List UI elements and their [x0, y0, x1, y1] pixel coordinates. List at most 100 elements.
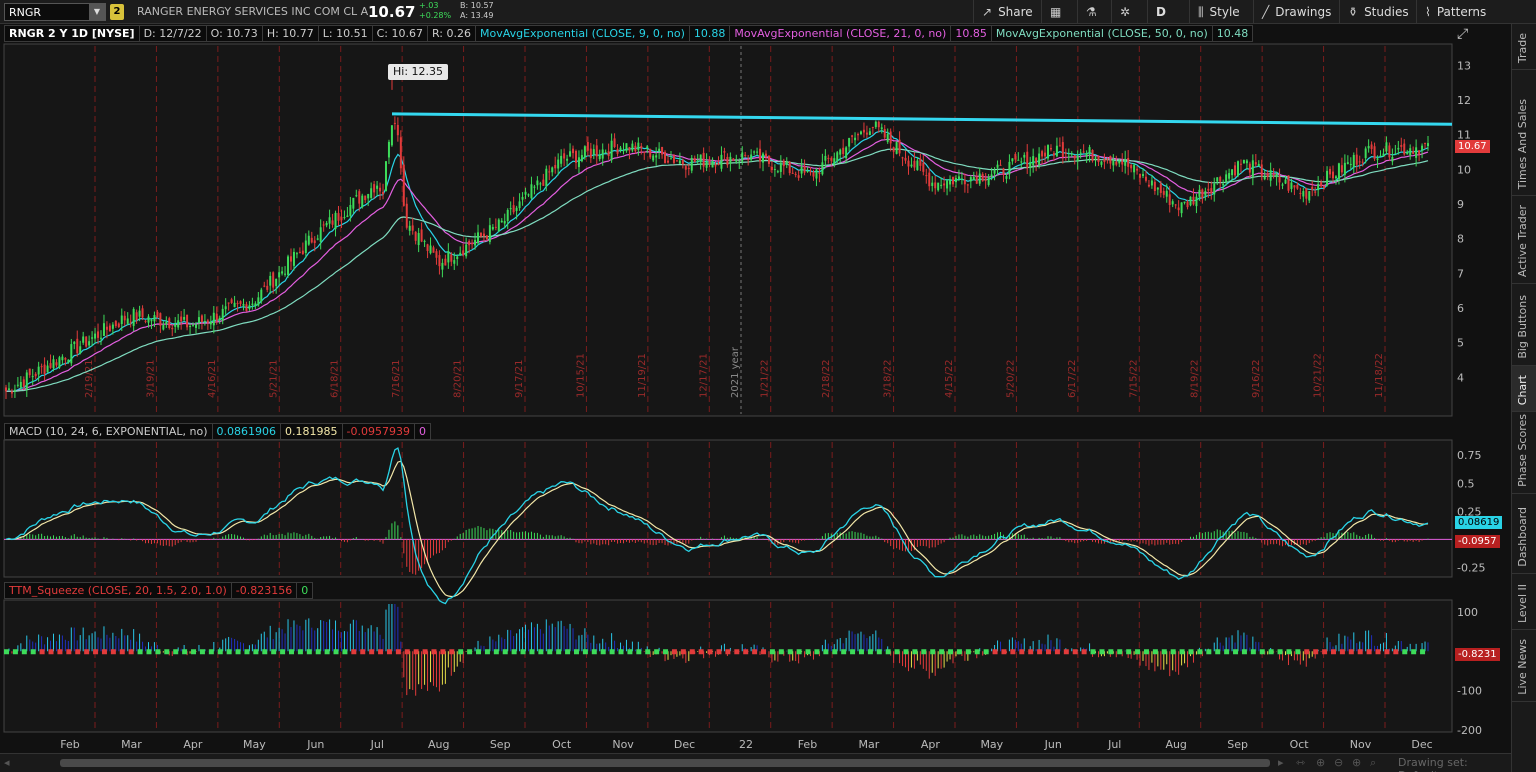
studies-button[interactable]: ⚱ Studies: [1339, 0, 1417, 24]
candle-body: [503, 221, 506, 224]
candle-body: [132, 308, 135, 326]
macd-pane[interactable]: [3, 439, 1453, 578]
candle-body: [52, 359, 55, 369]
macd-label[interactable]: MACD (10, 24, 6, EXPONENTIAL, no): [4, 423, 213, 440]
crosshair-icon[interactable]: ⊕: [1316, 756, 1325, 769]
candle-body: [940, 184, 943, 186]
tab-active-trader[interactable]: Active Trader: [1512, 196, 1536, 284]
pan-icon[interactable]: ⇿: [1296, 756, 1305, 769]
drawings-button[interactable]: ╱ Drawings: [1253, 0, 1339, 24]
candle-body: [913, 160, 916, 168]
settings-button[interactable]: ✲: [1111, 0, 1147, 24]
ttm-squeeze-dot: [21, 649, 27, 655]
style-button[interactable]: ⫼ Style: [1189, 0, 1248, 24]
chart-title[interactable]: RNGR 2 Y 1D [NYSE]: [4, 25, 140, 42]
candle-body: [194, 324, 197, 328]
candle-body: [1332, 171, 1335, 179]
tab-phase-scores[interactable]: Phase Scores: [1512, 412, 1536, 494]
tab-trade[interactable]: Trade: [1512, 24, 1536, 70]
tab-chart[interactable]: Chart: [1512, 366, 1536, 412]
patterns-button[interactable]: ⌇ Patterns: [1416, 0, 1511, 24]
candle-body: [46, 365, 49, 373]
zoom-out-icon[interactable]: ⊖: [1334, 756, 1343, 769]
candle-body: [598, 155, 601, 160]
candle-body: [999, 164, 1002, 166]
candle-body: [931, 182, 934, 186]
event-date-label: 4/16/21: [207, 359, 218, 398]
ttm-squeeze-dot: [66, 649, 72, 655]
ttm-squeeze-dot: [814, 649, 820, 655]
ttm-squeeze-dot: [1233, 649, 1239, 655]
candle-body: [889, 131, 892, 144]
symbol-dropdown-icon[interactable]: ▼: [89, 4, 105, 20]
candle-body: [1272, 174, 1275, 176]
tab-level-ii[interactable]: Level II: [1512, 574, 1536, 630]
candle-body: [946, 180, 949, 189]
candle-body: [916, 160, 919, 171]
candle-body: [242, 304, 245, 306]
candle-body: [19, 381, 22, 388]
tab-dashboard[interactable]: Dashboard: [1512, 494, 1536, 574]
ema21-label[interactable]: MovAvgExponential (CLOSE, 21, 0, no): [729, 25, 952, 42]
tab-live-news[interactable]: Live News: [1512, 630, 1536, 702]
candle-body: [1343, 162, 1346, 175]
ttm-squeeze-dot: [939, 649, 945, 655]
time-scrollbar[interactable]: ◂ ▸ ⇿ ⊕ ⊖ ⊕ ⌕ Drawing set: Default: [0, 753, 1511, 772]
price-pane[interactable]: [3, 43, 1453, 417]
ttm-squeeze-dot: [618, 649, 624, 655]
candle-body: [197, 317, 200, 323]
ema50-label[interactable]: MovAvgExponential (CLOSE, 50, 0, no): [990, 25, 1213, 42]
flexible-grid-button[interactable]: ▦: [1041, 0, 1077, 24]
candle-body: [269, 275, 272, 286]
candle-body: [150, 320, 153, 322]
ttm-squeeze-dot: [1019, 649, 1025, 655]
candle-body: [257, 297, 260, 306]
chart-canvas[interactable]: 2/19/21 3/19/21 4/16/21 5/21/21 6/18/21 7/16/…: [0, 0, 1511, 753]
lab-button[interactable]: ⚗: [1077, 0, 1111, 24]
candle-body: [750, 154, 753, 160]
ttm-squeeze-dot: [173, 649, 179, 655]
tab-times-and-sales[interactable]: Times And Sales: [1512, 70, 1536, 196]
ttm-squeeze-dot: [93, 649, 99, 655]
event-date-label: 12/17/21: [698, 353, 709, 398]
candle-body: [367, 194, 370, 199]
candle-body: [943, 183, 946, 186]
candle-body: [174, 323, 177, 327]
candle-body: [580, 155, 583, 162]
magnifier-icon[interactable]: ⌕: [1370, 756, 1376, 770]
ttm-label[interactable]: TTM_Squeeze (CLOSE, 20, 1.5, 2.0, 1.0): [4, 582, 232, 599]
candle-body: [773, 169, 776, 171]
candle-body: [1055, 145, 1058, 157]
ema9-label[interactable]: MovAvgExponential (CLOSE, 9, 0, no): [474, 25, 690, 42]
ttm-squeeze-dot: [360, 649, 366, 655]
grid-icon: ▦: [1050, 5, 1062, 19]
ttm-squeeze-dot: [1037, 649, 1043, 655]
period-button[interactable]: D: [1147, 0, 1189, 24]
ttm-squeeze-dot: [493, 649, 499, 655]
candle-body: [690, 157, 693, 171]
scroll-right-icon[interactable]: ▸: [1278, 756, 1284, 769]
ttm-tick: -200: [1457, 724, 1482, 737]
candle-body: [1290, 182, 1293, 189]
candle-body: [833, 158, 836, 165]
candle-body: [767, 155, 770, 164]
scroll-thumb[interactable]: [60, 759, 1270, 767]
candle-body: [379, 187, 382, 192]
candle-body: [129, 321, 132, 323]
share-button[interactable]: ↗ Share: [973, 0, 1041, 24]
candle-body: [827, 157, 830, 159]
tab-big-buttons[interactable]: Big Buttons: [1512, 284, 1536, 366]
candle-body: [649, 149, 652, 158]
candle-body: [874, 121, 877, 128]
candle-body: [171, 327, 174, 330]
candle-body: [239, 301, 242, 304]
candle-body: [393, 122, 396, 124]
candle-body: [1204, 191, 1207, 196]
ttm-pane[interactable]: [3, 599, 1453, 733]
drawing-set-label[interactable]: Drawing set: Default: [1398, 756, 1511, 772]
scroll-left-icon[interactable]: ◂: [4, 756, 10, 769]
ttm-squeeze-dot: [663, 649, 669, 655]
link-group-badge[interactable]: 2: [110, 4, 124, 20]
zoom-in-icon[interactable]: ⊕: [1352, 756, 1361, 769]
auto-scale-icon[interactable]: ⤢: [1457, 26, 1468, 42]
